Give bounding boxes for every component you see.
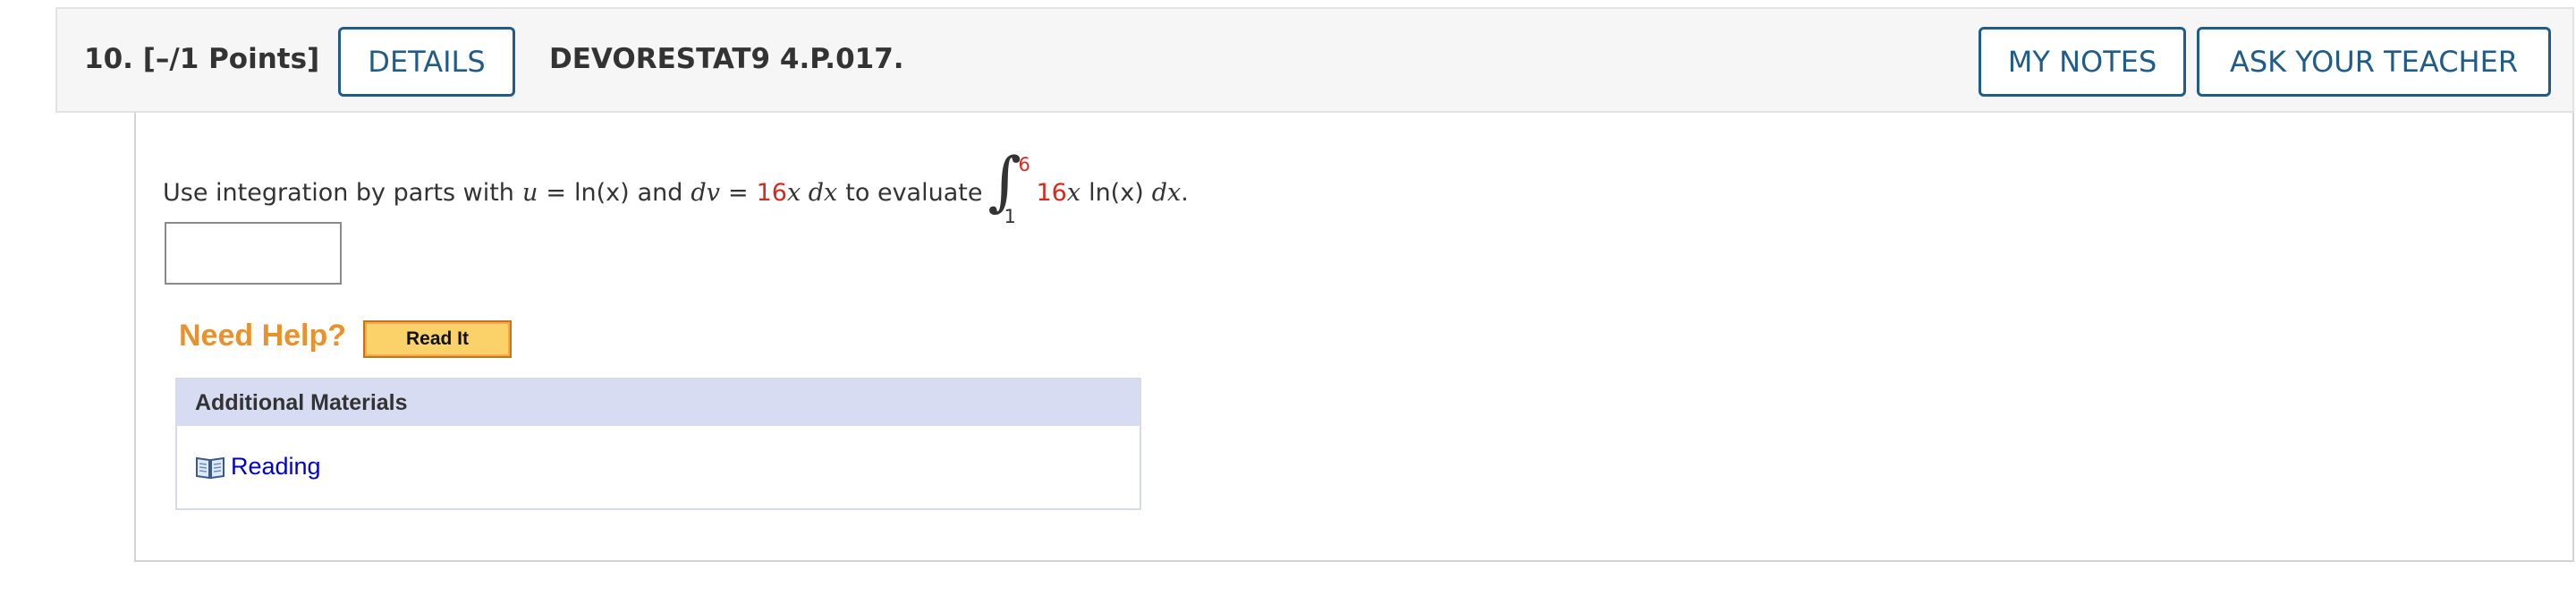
question-points: [–/1 Points] <box>142 43 320 75</box>
details-button[interactable]: DETAILS <box>338 27 515 97</box>
read-it-button[interactable]: Read It <box>363 320 512 358</box>
and-text: and <box>637 178 683 207</box>
additional-materials-header: Additional Materials <box>177 379 1140 426</box>
reading-link[interactable]: Reading <box>195 453 321 481</box>
question-number: 10. <box>84 43 133 75</box>
equals-sign: = <box>727 178 749 207</box>
book-icon <box>196 456 225 479</box>
need-help-label: Need Help? <box>179 319 347 353</box>
answer-input[interactable] <box>165 222 342 285</box>
dv-expression-rest: x dx <box>786 178 838 207</box>
prompt-period: . <box>1181 178 1189 207</box>
question-container: 10. [–/1 Points] DETAILS DEVORESTAT9 4.P… <box>55 7 2576 562</box>
prompt-lead: Use integration by parts with <box>163 178 514 207</box>
to-evaluate-text: to evaluate <box>845 178 983 207</box>
question-body: Use integration by parts with u = ln(x) … <box>134 113 2574 562</box>
question-header: 10. [–/1 Points] DETAILS DEVORESTAT9 4.P… <box>55 7 2574 113</box>
ask-your-teacher-button[interactable]: ASK YOUR TEACHER <box>2197 27 2551 97</box>
integrand-x: x <box>1066 178 1081 207</box>
integrand-ln: ln(x) <box>1089 178 1144 207</box>
my-notes-button[interactable]: MY NOTES <box>1979 27 2186 97</box>
dv-variable: dv <box>691 178 720 207</box>
question-number-points: 10. [–/1 Points] <box>84 43 319 75</box>
u-variable: u <box>521 178 538 207</box>
integrand-coefficient: 16 <box>1036 178 1067 207</box>
equals-sign: = <box>546 178 566 207</box>
integrand-dx: dx <box>1151 178 1182 207</box>
additional-materials-panel: Additional Materials Reading <box>175 378 1141 510</box>
u-expression: ln(x) <box>573 178 630 207</box>
question-code: DEVORESTAT9 4.P.017. <box>549 43 904 75</box>
integral-sign-icon: ∫ <box>987 143 1021 218</box>
reading-link-label: Reading <box>231 453 321 480</box>
integral-lower-limit: 1 <box>1004 206 1016 227</box>
question-prompt: Use integration by parts with u = ln(x) … <box>163 143 1189 233</box>
definite-integral: ∫ 6 1 <box>987 143 1032 233</box>
integral-upper-limit: 6 <box>1018 154 1030 175</box>
dv-coefficient: 16 <box>756 178 787 207</box>
